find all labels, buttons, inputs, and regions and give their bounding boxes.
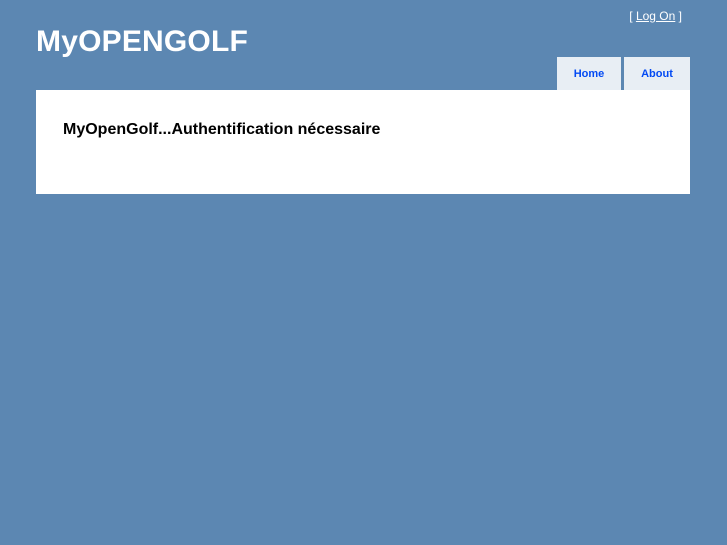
logon-close-bracket: ] — [678, 9, 682, 23]
authentication-message: MyOpenGolf...Authentification nécessaire — [63, 121, 381, 138]
main-content: MyOpenGolf...Authentification nécessaire — [36, 90, 690, 194]
tab-home[interactable]: Home — [557, 57, 621, 90]
site-title: MyOPENGOLF — [36, 25, 249, 58]
logon-display: [ Log On ] — [629, 9, 682, 23]
tab-about[interactable]: About — [624, 57, 690, 90]
main-menu: Home About — [557, 57, 690, 90]
log-on-link[interactable]: Log On — [636, 9, 675, 23]
logon-open-bracket: [ — [629, 9, 633, 23]
